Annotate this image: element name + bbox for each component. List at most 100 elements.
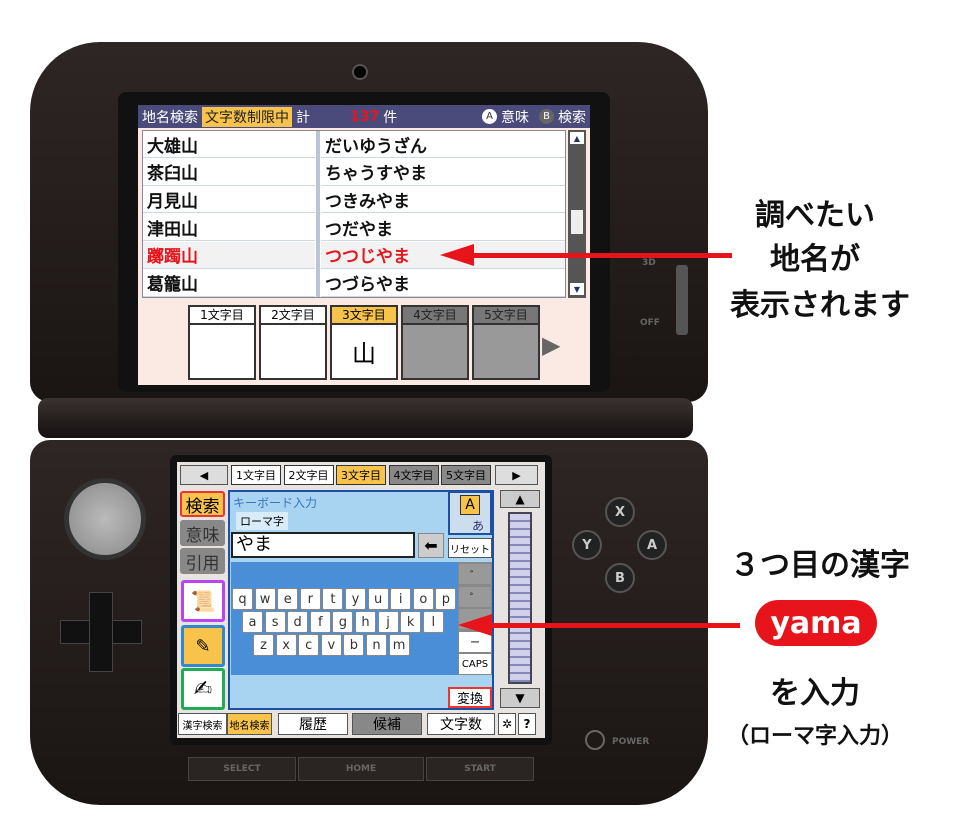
side-quote-button[interactable]: 引用 bbox=[180, 548, 225, 574]
key-x[interactable]: x bbox=[275, 634, 297, 656]
reading-row[interactable]: ちゃうすやま bbox=[321, 159, 565, 186]
key-t[interactable]: t bbox=[322, 588, 344, 610]
keyboard-mode-button[interactable]: ✎ bbox=[181, 625, 225, 667]
side-key[interactable]: CAPS bbox=[458, 653, 492, 675]
key-j[interactable]: j bbox=[377, 611, 399, 633]
tab-next-button[interactable]: ▶ bbox=[495, 465, 538, 485]
char-slot[interactable]: 3文字目山 bbox=[330, 305, 398, 380]
select-button[interactable]: SELECT bbox=[188, 757, 296, 781]
side-search-button[interactable]: 検索 bbox=[180, 491, 225, 517]
key-z[interactable]: z bbox=[253, 634, 274, 656]
key-m[interactable]: m bbox=[388, 634, 410, 656]
key-k[interactable]: k bbox=[400, 611, 422, 633]
home-button[interactable]: HOME bbox=[298, 757, 424, 781]
reading-row[interactable]: つきみやま bbox=[321, 186, 565, 214]
scroll-thumb[interactable] bbox=[571, 210, 583, 234]
char-slot[interactable]: 4文字目 bbox=[401, 305, 469, 380]
annotation-bottom-3: （ローマ字入力） bbox=[726, 724, 903, 749]
result-row[interactable]: 躑躅山 bbox=[143, 241, 315, 269]
char-tab[interactable]: 3文字目 bbox=[336, 465, 386, 485]
bottom-tab[interactable]: 履歴 bbox=[278, 713, 348, 735]
key-p[interactable]: p bbox=[435, 588, 457, 610]
kana-toggle-button[interactable]: A あ bbox=[448, 491, 492, 535]
scroll-down-button[interactable]: ▼ bbox=[500, 688, 540, 708]
scroll-up-icon[interactable]: ▲ bbox=[570, 132, 584, 144]
reading-cell: だいゆうざん bbox=[325, 136, 427, 157]
3d-slider[interactable] bbox=[676, 265, 688, 335]
kanji-cell: 茶臼山 bbox=[147, 164, 198, 185]
power-button[interactable] bbox=[585, 730, 605, 750]
char-slot[interactable]: 5文字目 bbox=[472, 305, 540, 380]
bottom-tab[interactable]: 文字数 bbox=[427, 713, 495, 735]
home-label: HOME bbox=[345, 764, 377, 774]
side-meaning-button[interactable]: 意味 bbox=[180, 520, 225, 546]
result-row[interactable]: 月見山 bbox=[143, 186, 315, 214]
key-n[interactable]: n bbox=[366, 634, 387, 656]
key-s[interactable]: s bbox=[264, 611, 286, 633]
mode-label: 地名検索 bbox=[142, 109, 198, 126]
key-g[interactable]: g bbox=[332, 611, 354, 633]
handwriting-mode-button[interactable]: ✍ bbox=[181, 668, 225, 710]
convert-button[interactable]: 変換 bbox=[448, 687, 492, 708]
b-button[interactable]: B bbox=[605, 563, 635, 593]
char-slot-value bbox=[190, 325, 254, 378]
next-slot-icon[interactable]: ▶ bbox=[542, 331, 560, 359]
key-r[interactable]: r bbox=[299, 588, 321, 610]
circle-pad[interactable] bbox=[64, 478, 146, 560]
key-h[interactable]: h bbox=[355, 611, 376, 633]
toggle-kana-icon: あ bbox=[472, 519, 485, 533]
help-button[interactable]: ? bbox=[518, 713, 536, 735]
char-tab[interactable]: 5文字目 bbox=[441, 465, 491, 485]
key-v[interactable]: v bbox=[320, 634, 342, 656]
key-f[interactable]: f bbox=[309, 611, 331, 633]
result-row[interactable]: 葛籠山 bbox=[143, 270, 315, 297]
result-row[interactable]: 茶臼山 bbox=[143, 159, 315, 186]
scroll-down-icon[interactable]: ▼ bbox=[570, 283, 584, 295]
side-key[interactable]: ゛ bbox=[458, 563, 492, 585]
text-input[interactable]: やま bbox=[231, 532, 415, 558]
char-tab[interactable]: 4文字目 bbox=[388, 465, 439, 485]
key-c[interactable]: c bbox=[298, 634, 320, 656]
reading-row[interactable]: つづらやま bbox=[321, 270, 565, 297]
start-button[interactable]: START bbox=[426, 757, 534, 781]
list-scrollbar[interactable]: ▲ ▼ bbox=[568, 130, 586, 298]
key-w[interactable]: w bbox=[254, 588, 276, 610]
backspace-button[interactable]: ⬅ bbox=[418, 533, 444, 558]
reset-button[interactable]: リセット bbox=[448, 538, 492, 558]
key-e[interactable]: e bbox=[277, 588, 299, 610]
bottom-tab[interactable]: 地名検索 bbox=[227, 713, 272, 735]
char-slot[interactable]: 1文字目 bbox=[188, 305, 256, 380]
bottom-tab[interactable]: 候補 bbox=[352, 713, 422, 735]
settings-button[interactable]: ✲ bbox=[498, 713, 516, 735]
key-o[interactable]: o bbox=[412, 588, 434, 610]
key-i[interactable]: i bbox=[390, 588, 412, 610]
header-bar: 地名検索 文字数制限中 計 137 件 A 意味 B 検索 bbox=[138, 105, 590, 128]
key-l[interactable]: l bbox=[422, 611, 444, 633]
y-button[interactable]: Y bbox=[572, 530, 602, 560]
scroll-up-button[interactable]: ▲ bbox=[500, 490, 540, 508]
key-u[interactable]: u bbox=[367, 588, 389, 610]
annotation-bottom-1: ３つ目の漢字 bbox=[730, 548, 910, 583]
key-b[interactable]: b bbox=[343, 634, 365, 656]
char-slot-value bbox=[403, 325, 467, 378]
result-row[interactable]: 津田山 bbox=[143, 214, 315, 242]
key-a[interactable]: a bbox=[242, 611, 263, 633]
char-tab[interactable]: 2文字目 bbox=[283, 465, 334, 485]
reading-row[interactable]: だいゆうざん bbox=[321, 131, 565, 158]
side-key[interactable]: ゜ bbox=[458, 585, 492, 608]
char-tab[interactable]: 1文字目 bbox=[231, 465, 281, 485]
char-slot-label: 1文字目 bbox=[190, 307, 254, 325]
key-y[interactable]: y bbox=[345, 588, 366, 610]
key-q[interactable]: q bbox=[232, 588, 253, 610]
x-button[interactable]: X bbox=[605, 497, 635, 527]
tab-prev-button[interactable]: ◀ bbox=[180, 465, 228, 485]
bottom-tab[interactable]: 漢字検索 bbox=[178, 713, 227, 735]
reading-row[interactable]: つだやま bbox=[321, 214, 565, 242]
result-row[interactable]: 大雄山 bbox=[143, 131, 315, 158]
key-d[interactable]: d bbox=[287, 611, 309, 633]
scroll-track[interactable] bbox=[508, 512, 532, 684]
a-button[interactable]: A bbox=[637, 530, 667, 560]
char-slot[interactable]: 2文字目 bbox=[259, 305, 327, 380]
dpad-vertical[interactable] bbox=[89, 592, 113, 672]
list-mode-button[interactable]: 📜 bbox=[181, 580, 225, 622]
